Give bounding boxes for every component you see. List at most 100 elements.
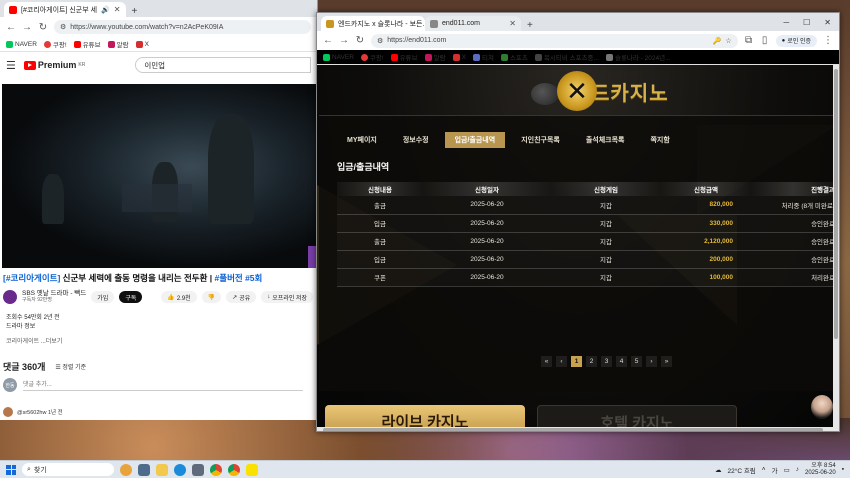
audio-icon[interactable]: 🔊 [101, 6, 110, 14]
reload-icon[interactable]: ↻ [355, 35, 365, 46]
address-bar[interactable]: ⚙ https://end011.com 🔑 ☆ [371, 33, 738, 48]
minimize-icon[interactable]: ─ [783, 18, 789, 27]
chrome-icon[interactable] [228, 463, 240, 476]
extensions-icon[interactable]: ⧉ [744, 35, 754, 46]
bookmark-item[interactable]: 알람 [424, 52, 446, 62]
channel-avatar[interactable] [3, 290, 17, 304]
bookmark-star-icon[interactable]: ☆ [725, 37, 731, 45]
profile-button[interactable]: ● 로인 인증 [775, 34, 817, 47]
close-overlay-icon[interactable]: ✕ [557, 71, 597, 111]
download-button[interactable]: ↓ 오프라인 저장 [261, 291, 314, 303]
menu-icon[interactable]: ☰ [6, 59, 16, 72]
store-icon[interactable] [192, 463, 204, 476]
join-button[interactable]: 가입 [91, 291, 115, 303]
key-icon[interactable]: 🔑 [713, 37, 722, 45]
page-button[interactable]: › [646, 356, 657, 367]
network-icon[interactable]: ▭ [784, 466, 790, 474]
back-icon[interactable]: ← [6, 22, 16, 33]
dislike-button[interactable]: 👎 [201, 291, 222, 303]
weather-text[interactable]: 22°C 흐림 [728, 465, 756, 475]
address-bar[interactable]: ⚙ https://www.youtube.com/watch?v=n2AcPe… [54, 20, 311, 34]
menu-attendance[interactable]: 출석체크목록 [576, 132, 635, 148]
menu-messages[interactable]: 쪽지함 [640, 132, 679, 148]
back-icon[interactable]: ← [323, 35, 333, 46]
video-player[interactable] [2, 84, 317, 268]
scroll-thumb[interactable] [834, 69, 838, 339]
horizontal-scrollbar[interactable] [317, 427, 839, 431]
youtube-browser-window[interactable]: [#코리아게이트] 신군부 세 🔊 ✕ + ← → ↻ ⚙ https://ww… [0, 0, 318, 420]
page-button[interactable]: 2 [586, 356, 597, 367]
description-box[interactable]: 조회수 54만회 2년 전 드라마 정보 코리아게이트 ...더보기 [3, 312, 315, 348]
kakaotalk-icon[interactable] [246, 463, 258, 476]
bookmark-item[interactable]: NAVER [323, 53, 354, 61]
page-button[interactable]: 3 [601, 356, 612, 367]
commenter-avatar[interactable] [3, 407, 13, 417]
youtube-logo[interactable]: Premium KR [23, 60, 85, 70]
volume-icon[interactable]: ♪ [796, 466, 799, 473]
page-button[interactable]: 1 [571, 356, 582, 367]
bookmark-item[interactable]: 쿠팡! [43, 39, 67, 49]
site-info-icon[interactable]: ⚙ [60, 23, 66, 31]
file-explorer-icon[interactable] [156, 463, 168, 476]
notification-icon[interactable]: ▪ [842, 466, 844, 473]
bookmark-item[interactable]: 유튜브 [73, 39, 101, 49]
weather-icon[interactable]: ☁ [715, 466, 722, 474]
menu-deposit-history[interactable]: 입금/출금내역 [444, 132, 506, 148]
close-tab-icon[interactable]: ✕ [509, 19, 516, 28]
windows-start-icon[interactable] [6, 464, 16, 475]
new-tab-button[interactable]: + [521, 20, 539, 31]
casino-browser-window[interactable]: 엔드카지노 x 슬롯나라 - 보든... ✕ end011.com ✕ + ─ … [316, 12, 840, 432]
menu-edit-info[interactable]: 정보수정 [393, 132, 439, 148]
page-button[interactable]: 4 [616, 356, 627, 367]
close-tab-icon[interactable]: ✕ [114, 5, 121, 14]
bookmark-item[interactable]: 유튜브 [390, 52, 418, 62]
menu-mypage[interactable]: MY페이지 [337, 132, 387, 148]
description-more[interactable]: 코리아게이트 ...더보기 [6, 338, 312, 347]
comment-input[interactable]: 댓글 추가... [23, 379, 303, 391]
search-input[interactable]: 이민업 [135, 57, 311, 73]
chat-avatar[interactable] [811, 395, 833, 419]
tab-youtube[interactable]: [#코리아게이트] 신군부 세 🔊 ✕ [4, 2, 126, 17]
site-info-icon[interactable]: ⚙ [377, 37, 383, 45]
taskbar-search[interactable]: ⌕ 찾기 [22, 463, 114, 476]
new-tab-button[interactable]: + [126, 6, 144, 17]
bookmark-item[interactable]: X [135, 40, 149, 48]
sidebar-icon[interactable]: ▯ [760, 35, 770, 46]
maximize-icon[interactable]: ☐ [803, 18, 810, 27]
like-button[interactable]: 👍 2.9천 [161, 291, 197, 303]
subscribe-button[interactable]: 구독 [119, 291, 143, 303]
bookmark-item[interactable]: 슬롯나라 - 2024년... [605, 52, 671, 62]
close-window-icon[interactable]: ✕ [824, 18, 831, 27]
bookmark-item[interactable]: 티쳐 [472, 52, 494, 62]
share-button[interactable]: ↗ 공유 [226, 291, 257, 303]
page-button[interactable]: 5 [631, 356, 642, 367]
forward-icon[interactable]: → [22, 22, 32, 33]
page-button[interactable]: « [541, 356, 552, 367]
bookmark-item[interactable]: 알람 [107, 39, 129, 49]
language-icon[interactable]: 가 [772, 465, 778, 475]
hashtag-link[interactable]: #풀버전 #5회 [215, 273, 263, 283]
bookmark-item[interactable]: NAVER [6, 40, 37, 48]
channel-name[interactable]: SBS 옛날 드라마 - 빽드 [22, 290, 86, 297]
tray-chevron-icon[interactable]: ˄ [762, 466, 766, 473]
bookmark-item[interactable]: 스포츠 [500, 52, 528, 62]
menu-friends[interactable]: 지인친구목록 [511, 132, 570, 148]
edge-icon[interactable] [174, 463, 186, 476]
clock[interactable]: 오후 8:54 2025-06-20 [805, 463, 836, 477]
site-logo[interactable]: ✕ 드카지노 [531, 71, 669, 111]
scroll-thumb[interactable] [323, 428, 823, 431]
page-button[interactable]: ‹ [556, 356, 567, 367]
bookmark-item[interactable]: 쿠팡! [360, 52, 384, 62]
bookmark-item[interactable]: 목시티비 스포츠중... [534, 52, 599, 62]
tab-casino[interactable]: 엔드카지노 x 슬롯나라 - 보든... ✕ [321, 16, 425, 31]
chrome-icon[interactable] [210, 463, 222, 476]
more-menu-icon[interactable]: ⋮ [823, 35, 833, 46]
bookmark-item[interactable]: X [452, 53, 466, 61]
sort-button[interactable]: ☰ 정렬 기준 [55, 362, 86, 371]
tab-end011[interactable]: end011.com ✕ [425, 16, 521, 31]
reload-icon[interactable]: ↻ [38, 22, 48, 33]
widget-icon[interactable] [120, 463, 132, 476]
commenter-name[interactable]: @sr5602hw 1년 전 [17, 408, 63, 416]
forward-icon[interactable]: → [339, 35, 349, 46]
hashtag-link[interactable]: [#코리아게이트] [3, 273, 63, 283]
